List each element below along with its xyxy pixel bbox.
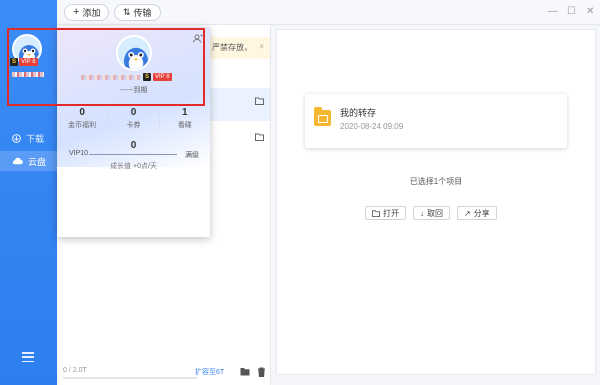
- action-buttons: 打开 ↓ 取回 ↗ 分享: [365, 206, 497, 220]
- open-folder-icon: [372, 209, 380, 217]
- maximize-icon[interactable]: ☐: [567, 6, 576, 17]
- stat-value: 0: [79, 107, 85, 118]
- retrieve-button-label: 取回: [427, 208, 443, 218]
- close-notice-icon[interactable]: ×: [259, 42, 264, 51]
- stat-label: 看碟: [177, 122, 192, 129]
- transfer-button[interactable]: ⇅ 传输: [114, 4, 161, 21]
- sidebar-item-label: 云盘: [28, 156, 47, 167]
- stat-discs[interactable]: 1 看碟: [160, 107, 210, 130]
- cloud-icon: [12, 157, 23, 165]
- app-window: S VIP 8 下载 云盘 + 添加 ⇅ 传输 — ☐ ✕ 严禁存放， × 0 …: [0, 0, 600, 385]
- storage-quota-text: 0 / 2.0T: [63, 367, 87, 374]
- profile-stats: 0 金币福利 0 卡券 1 看碟: [57, 107, 210, 130]
- selection-status: 已选择1个项目: [409, 177, 463, 186]
- folder-icon: [255, 97, 264, 107]
- expand-storage-link[interactable]: 扩容至6T: [195, 367, 224, 377]
- folder-date: 2020-08-24 09:09: [340, 122, 404, 131]
- storage-progress-track: [63, 377, 197, 379]
- highlight-box: [7, 28, 205, 106]
- close-icon[interactable]: ✕: [586, 6, 594, 17]
- notice-text: 严禁存放，: [212, 43, 252, 52]
- stat-value: 1: [182, 107, 188, 118]
- new-folder-icon[interactable]: [240, 367, 250, 378]
- stat-label: 金币福利: [68, 122, 97, 129]
- top-toolbar: + 添加 ⇅ 传输 — ☐ ✕: [57, 0, 600, 25]
- add-button[interactable]: + 添加: [64, 4, 110, 21]
- folder-detail-card[interactable]: 我的转存 2020-08-24 09:09: [305, 94, 567, 148]
- sidebar-item-label: 下载: [26, 133, 45, 144]
- transfer-button-label: 传输: [133, 8, 152, 18]
- folder-icon: [255, 133, 264, 143]
- minimize-icon[interactable]: —: [548, 6, 558, 17]
- open-button[interactable]: 打开: [365, 206, 406, 220]
- sidebar-item-download[interactable]: 下载: [0, 128, 57, 148]
- stat-coins[interactable]: 0 金币福利: [57, 107, 109, 130]
- detail-panel: 我的转存 2020-08-24 09:09 已选择1个项目 打开 ↓ 取回 ↗ …: [276, 29, 596, 375]
- open-button-label: 打开: [383, 208, 399, 218]
- growth-start-level: VIP10: [69, 150, 89, 157]
- share-button[interactable]: ↗ 分享: [457, 206, 497, 220]
- growth-progress-track: [89, 154, 177, 155]
- download-arrow-icon: ↓: [420, 208, 424, 218]
- transfer-arrows-icon: ⇅: [123, 7, 131, 17]
- share-icon: ↗: [464, 208, 471, 218]
- menu-icon[interactable]: [22, 352, 34, 362]
- storage-bar: 0 / 2.0T 扩容至6T: [57, 362, 271, 385]
- stat-label: 卡券: [126, 122, 141, 129]
- retrieve-button[interactable]: ↓ 取回: [413, 206, 450, 220]
- trash-icon[interactable]: [257, 367, 266, 379]
- folder-icon: [314, 107, 331, 126]
- stat-coupons[interactable]: 0 卡券: [108, 107, 160, 130]
- share-button-label: 分享: [473, 208, 490, 218]
- download-icon: [12, 133, 21, 143]
- growth-rate-text: 成长值 +0点/天: [110, 163, 157, 170]
- growth-max-level: 满级: [185, 152, 199, 159]
- plus-icon: +: [73, 6, 80, 18]
- folder-name: 我的转存: [340, 108, 377, 118]
- add-button-label: 添加: [82, 8, 101, 18]
- stat-value: 0: [130, 107, 137, 118]
- sidebar-item-cloud[interactable]: 云盘: [0, 151, 57, 171]
